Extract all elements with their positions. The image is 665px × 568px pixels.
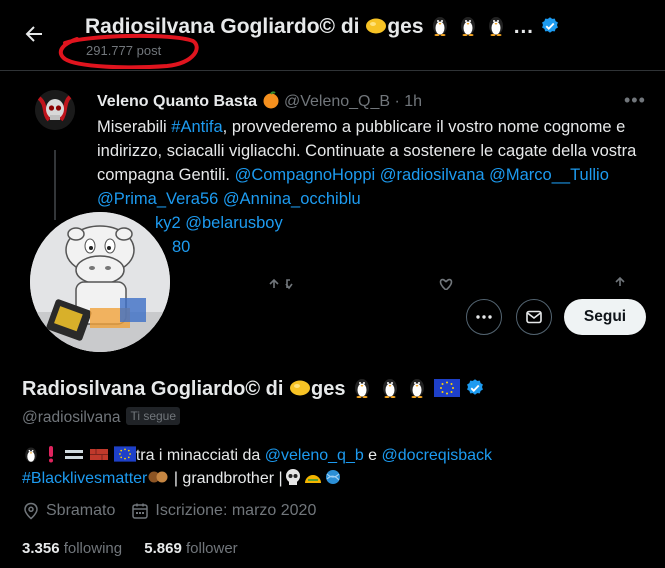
penguin-icon — [461, 17, 476, 36]
more-dots-icon — [476, 315, 492, 319]
tweet-author-handle: @Veleno_Q_B — [283, 93, 391, 110]
followers-link[interactable]: 5.869 follower — [144, 540, 237, 557]
profile-joined-date: Iscrizione: marzo 2020 — [155, 502, 317, 519]
following-label: following — [63, 540, 123, 557]
brick-icon — [90, 449, 109, 460]
tweet-text-part: Miserabili — [97, 118, 172, 136]
eu-flag-icon — [113, 446, 136, 462]
yarn-icon — [325, 470, 340, 484]
more-options-button[interactable] — [466, 299, 502, 335]
top-bar: Radiosilvana Gogliardo© di ges … 291.777… — [0, 0, 665, 70]
title-ellipsis: … — [512, 15, 534, 38]
tweet-header: Veleno Quanto Basta @Veleno_Q_B · 1h — [97, 91, 422, 111]
envelope-icon — [526, 310, 542, 324]
penguin-icon — [433, 17, 448, 36]
verified-badge-icon — [541, 17, 558, 33]
orange-icon — [263, 91, 278, 109]
equals-icon — [64, 450, 83, 459]
skull-icon — [285, 469, 300, 485]
profile-avatar[interactable] — [26, 208, 174, 356]
bio-mention-link[interactable]: @docreqisback — [382, 447, 493, 464]
penguin-icon — [382, 379, 397, 398]
fists-icon — [148, 471, 168, 483]
bio-mention-link[interactable]: @veleno_q_b — [265, 447, 364, 464]
skull-avatar-icon — [35, 90, 75, 130]
lemon-icon — [366, 18, 387, 34]
profile-name: Radiosilvana Gogliardo© di ges — [22, 376, 485, 401]
tweet-actions-icons — [269, 276, 625, 292]
follows-you-badge: Ti segue — [126, 407, 181, 425]
tweet-time: · 1h — [394, 93, 423, 110]
taco-icon — [304, 475, 321, 483]
red-annotation-circle — [58, 33, 199, 69]
bio-text: tra i minacciati da — [135, 447, 265, 464]
following-count: 3.356 — [22, 540, 60, 557]
back-button[interactable] — [22, 22, 46, 46]
profile-handle-row: @radiosilvana Ti segue — [22, 407, 181, 427]
hippo-avatar-icon — [30, 212, 170, 352]
penguin-icon — [410, 379, 425, 398]
follower-label: follower — [185, 540, 238, 557]
follow-button[interactable]: Segui — [564, 299, 646, 335]
bio-text: | grandbrother | — [169, 470, 283, 487]
profile-name-suffix: ges — [311, 378, 346, 400]
calendar-icon — [132, 503, 149, 519]
tweet-mentions: ky2 @belarusboy — [155, 214, 283, 232]
tweet-action-row — [260, 270, 640, 292]
penguin-icon — [355, 379, 370, 398]
bio-hashtag-link[interactable]: #Blacklivesmatter — [22, 470, 147, 487]
profile-handle: @radiosilvana — [22, 409, 121, 426]
bio-text: e — [363, 447, 382, 464]
thread-line — [54, 150, 56, 220]
profile-meta: Sbramato Iscrizione: marzo 2020 — [22, 502, 316, 520]
tweet-hashtag: #Antifa — [171, 118, 223, 136]
arrow-left-icon — [25, 26, 42, 42]
exclamation-icon — [49, 446, 54, 463]
following-link[interactable]: 3.356 following — [22, 540, 122, 557]
follower-count: 5.869 — [144, 540, 182, 557]
page-title-suffix: ges — [387, 15, 424, 38]
tweet-author-avatar — [35, 90, 75, 130]
location-pin-icon — [24, 502, 38, 520]
penguin-icon — [25, 447, 37, 463]
tweet-more-icon: ••• — [624, 90, 646, 110]
profile-name-text: Radiosilvana Gogliardo© di — [22, 378, 290, 400]
tweet-mentions: 80 — [172, 238, 191, 256]
message-button[interactable] — [516, 299, 552, 335]
verified-badge-icon — [467, 379, 484, 395]
profile-stats: 3.356 following 5.869 follower — [22, 540, 238, 557]
profile-bio: tra i minacciati da @veleno_q_b e @docre… — [22, 444, 642, 490]
tweet-author-name: Veleno Quanto Basta — [97, 93, 258, 110]
eu-flag-icon — [433, 379, 460, 397]
profile-location: Sbramato — [46, 502, 116, 519]
lemon-icon — [290, 380, 311, 396]
tweet-text: Miserabili #Antifa, provvederemo a pubbl… — [97, 115, 637, 259]
penguin-icon — [489, 17, 504, 36]
